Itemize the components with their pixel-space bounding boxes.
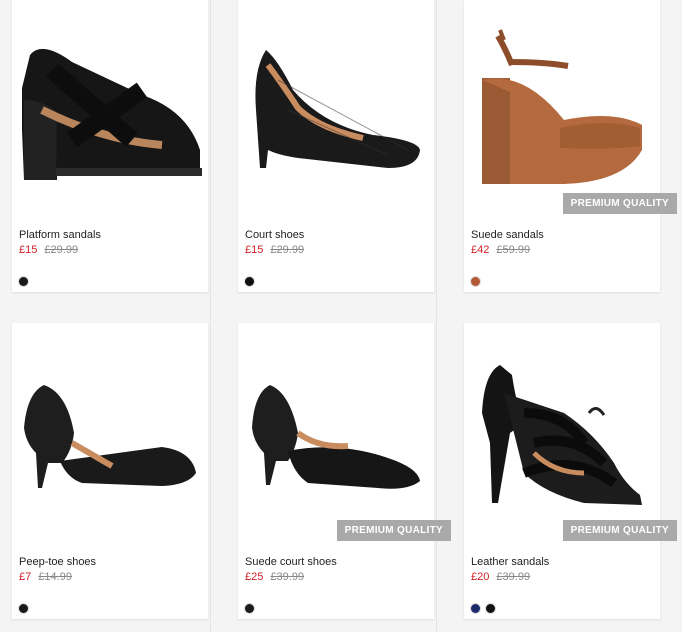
product-image[interactable] <box>12 0 208 200</box>
product-image[interactable] <box>238 0 434 200</box>
price-block: £15 £29.99 <box>19 244 78 256</box>
color-swatch[interactable] <box>245 277 254 286</box>
color-swatch[interactable] <box>19 277 28 286</box>
price-block: £7 £14.99 <box>19 571 72 583</box>
product-image[interactable] <box>464 323 660 523</box>
color-swatch[interactable] <box>245 604 254 613</box>
product-card[interactable]: Peep-toe shoes £7 £14.99 <box>12 323 208 619</box>
product-name[interactable]: Suede court shoes <box>245 556 337 568</box>
premium-quality-badge: PREMIUM QUALITY <box>562 193 677 214</box>
sale-price: £15 <box>19 244 38 256</box>
color-swatch[interactable] <box>19 604 28 613</box>
color-swatches <box>245 604 254 613</box>
sale-price: £25 <box>245 571 264 583</box>
sale-price: £7 <box>19 571 32 583</box>
product-card[interactable]: PREMIUM QUALITY Leather sandals £20 £39.… <box>464 323 677 619</box>
product-card[interactable]: PREMIUM QUALITY Suede sandals £42 £59.99 <box>464 0 677 292</box>
color-swatches <box>19 604 28 613</box>
color-swatches <box>19 277 28 286</box>
original-price: £29.99 <box>270 244 305 256</box>
color-swatches <box>471 277 480 286</box>
original-price: £29.99 <box>44 244 79 256</box>
sale-price: £42 <box>471 244 490 256</box>
sale-price: £20 <box>471 571 490 583</box>
color-swatch[interactable] <box>486 604 495 613</box>
product-name[interactable]: Peep-toe shoes <box>19 556 96 568</box>
original-price: £14.99 <box>38 571 72 583</box>
price-block: £42 £59.99 <box>471 244 530 256</box>
original-price: £39.99 <box>496 571 531 583</box>
price-block: £20 £39.99 <box>471 571 530 583</box>
original-price: £39.99 <box>270 571 305 583</box>
premium-quality-badge: PREMIUM QUALITY <box>336 520 451 541</box>
product-name[interactable]: Platform sandals <box>19 229 101 241</box>
product-image[interactable] <box>12 323 208 523</box>
product-card[interactable]: Court shoes £15 £29.99 <box>238 0 434 292</box>
column-divider <box>210 0 211 632</box>
product-card[interactable]: PREMIUM QUALITY Suede court shoes £25 £3… <box>238 323 451 619</box>
color-swatch[interactable] <box>471 604 480 613</box>
product-image[interactable] <box>238 323 434 523</box>
product-image[interactable] <box>464 0 660 200</box>
product-name[interactable]: Suede sandals <box>471 229 544 241</box>
original-price: £59.99 <box>496 244 531 256</box>
product-name[interactable]: Leather sandals <box>471 556 549 568</box>
premium-quality-badge: PREMIUM QUALITY <box>562 520 677 541</box>
color-swatches <box>471 604 495 613</box>
color-swatch[interactable] <box>471 277 480 286</box>
sale-price: £15 <box>245 244 264 256</box>
product-card[interactable]: Platform sandals £15 £29.99 <box>12 0 208 292</box>
product-name[interactable]: Court shoes <box>245 229 304 241</box>
price-block: £25 £39.99 <box>245 571 304 583</box>
color-swatches <box>245 277 254 286</box>
price-block: £15 £29.99 <box>245 244 304 256</box>
